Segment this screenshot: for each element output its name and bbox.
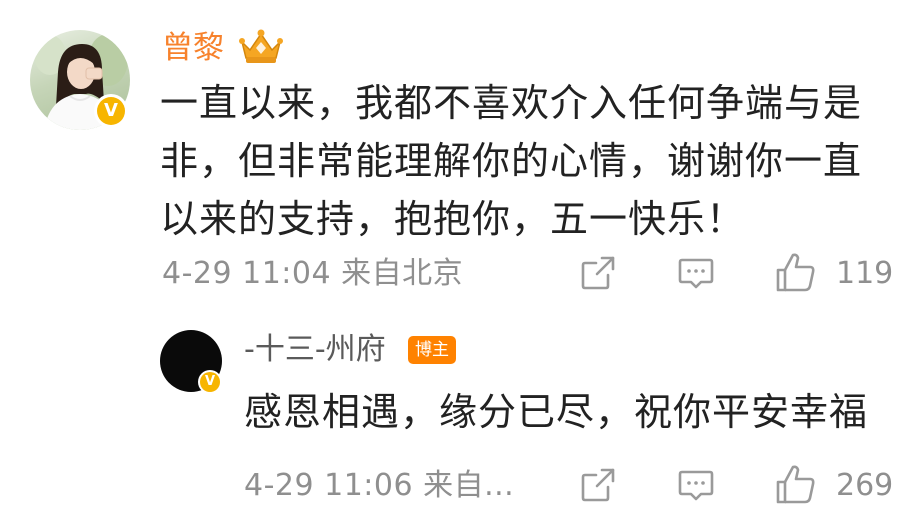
reply-timestamp-location: 4-29 11:06 来自...: [244, 468, 515, 503]
like-icon[interactable]: [774, 462, 818, 506]
comment-username[interactable]: 曾黎: [162, 26, 224, 70]
comment-timestamp-location: 4-29 11:04 来自北京: [162, 256, 464, 291]
like-count: 269: [836, 468, 894, 503]
share-icon[interactable]: [578, 465, 618, 505]
crown-badge-icon: [239, 29, 283, 63]
comment-icon[interactable]: [676, 253, 716, 293]
like-icon[interactable]: [774, 250, 818, 294]
like-count: 119: [836, 256, 894, 291]
verified-badge-icon: V: [94, 94, 128, 128]
verified-badge-icon: V: [198, 370, 222, 394]
share-icon[interactable]: [578, 253, 618, 293]
reply-username[interactable]: -十三-州府: [244, 330, 386, 370]
author-badge: 博主: [408, 336, 456, 364]
comment-icon[interactable]: [676, 465, 716, 505]
reply-text: 感恩相遇，缘分已尽，祝你平安幸福: [244, 390, 869, 434]
comment-text: 一直以来，我都不喜欢介入任何争端与是非，但非常能理解你的心情，谢谢你一直以来的支…: [160, 81, 863, 241]
